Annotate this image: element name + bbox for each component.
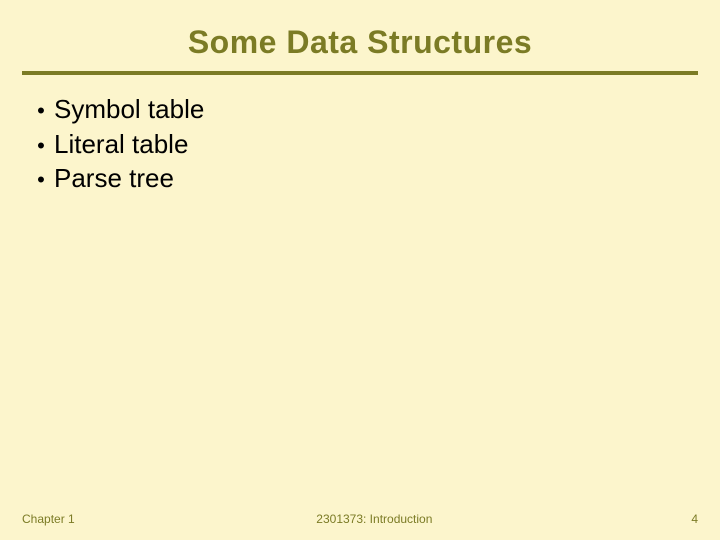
title-underline (22, 71, 698, 75)
bullet-list: • Symbol table • Literal table • Parse t… (22, 93, 698, 195)
slide-title: Some Data Structures (22, 24, 698, 71)
list-item: • Parse tree (28, 162, 698, 195)
slide-footer: Chapter 1 2301373: Introduction 4 (0, 512, 720, 526)
bullet-icon: • (28, 135, 54, 157)
footer-chapter: Chapter 1 (22, 512, 75, 526)
bullet-text: Parse tree (54, 162, 174, 195)
footer-course: 2301373: Introduction (75, 512, 674, 526)
list-item: • Symbol table (28, 93, 698, 126)
slide: Some Data Structures • Symbol table • Li… (0, 0, 720, 540)
footer-page-number: 4 (674, 512, 698, 526)
bullet-icon: • (28, 169, 54, 191)
list-item: • Literal table (28, 128, 698, 161)
bullet-text: Literal table (54, 128, 188, 161)
bullet-text: Symbol table (54, 93, 204, 126)
bullet-icon: • (28, 100, 54, 122)
